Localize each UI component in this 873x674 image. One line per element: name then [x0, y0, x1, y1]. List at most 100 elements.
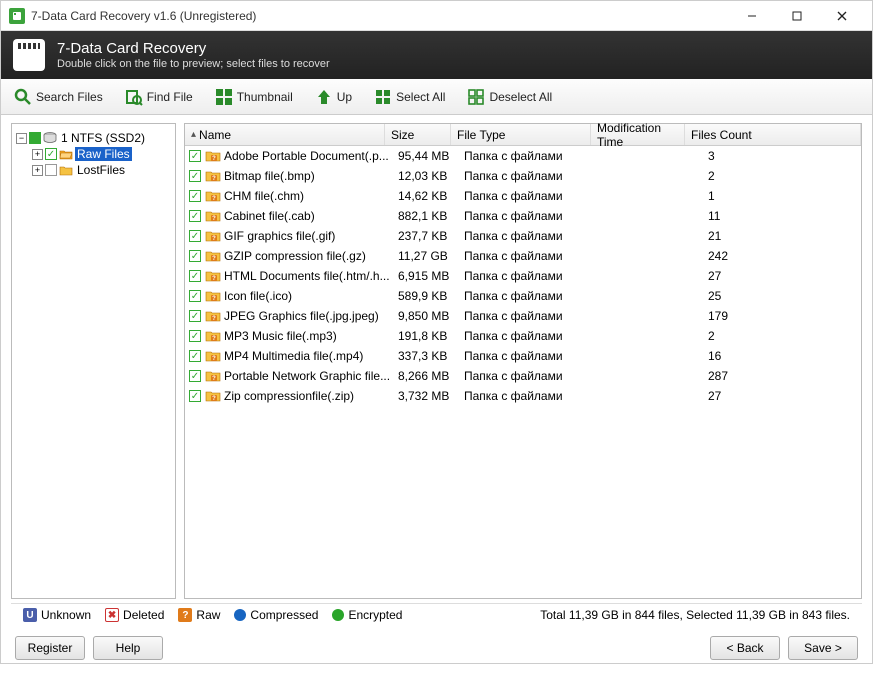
row-type: Папка с файлами	[464, 209, 604, 223]
folder-raw-icon: ?	[205, 348, 221, 364]
folder-raw-icon: ?	[205, 308, 221, 324]
table-row[interactable]: ✓?JPEG Graphics file(.jpg.jpeg)9,850 MBП…	[185, 306, 861, 326]
row-name: MP3 Music file(.mp3)	[224, 329, 398, 343]
folder-raw-icon: ?	[205, 148, 221, 164]
col-modification[interactable]: Modification Time	[591, 124, 685, 145]
row-name: Zip compressionfile(.zip)	[224, 389, 398, 403]
table-row[interactable]: ✓?Zip compressionfile(.zip)3,732 MBПапка…	[185, 386, 861, 406]
svg-text:?: ?	[212, 276, 216, 282]
table-row[interactable]: ✓?Bitmap file(.bmp)12,03 KBПапка с файла…	[185, 166, 861, 186]
row-name: Portable Network Graphic file...	[224, 369, 398, 383]
search-files-label: Search Files	[36, 90, 103, 104]
tree-root-row[interactable]: − 1 NTFS (SSD2)	[16, 130, 171, 146]
row-type: Папка с файлами	[464, 349, 604, 363]
row-checkbox[interactable]: ✓	[189, 170, 201, 182]
table-row[interactable]: ✓?Portable Network Graphic file...8,266 …	[185, 366, 861, 386]
table-row[interactable]: ✓?MP3 Music file(.mp3)191,8 KBПапка с фа…	[185, 326, 861, 346]
find-file-button[interactable]: Find File	[120, 85, 198, 109]
table-row[interactable]: ✓?CHM file(.chm)14,62 KBПапка с файлами1	[185, 186, 861, 206]
row-count: 179	[698, 309, 778, 323]
legend-raw: ?Raw	[178, 608, 220, 622]
row-type: Папка с файлами	[464, 369, 604, 383]
select-all-button[interactable]: Select All	[369, 85, 450, 109]
row-type: Папка с файлами	[464, 249, 604, 263]
folder-raw-icon: ?	[205, 248, 221, 264]
col-count[interactable]: Files Count	[685, 124, 861, 145]
status-text: Total 11,39 GB in 844 files, Selected 11…	[540, 608, 850, 622]
row-name: Adobe Portable Document(.p...	[224, 149, 398, 163]
row-type: Папка с файлами	[464, 229, 604, 243]
folder-raw-icon: ?	[205, 268, 221, 284]
row-count: 287	[698, 369, 778, 383]
table-row[interactable]: ✓?Adobe Portable Document(.p...95,44 MBП…	[185, 146, 861, 166]
row-checkbox[interactable]: ✓	[189, 330, 201, 342]
row-count: 25	[698, 289, 778, 303]
folder-raw-icon: ?	[205, 328, 221, 344]
row-name: HTML Documents file(.htm/.h...	[224, 269, 398, 283]
help-button[interactable]: Help	[93, 636, 163, 660]
row-name: JPEG Graphics file(.jpg.jpeg)	[224, 309, 398, 323]
close-button[interactable]	[819, 2, 864, 30]
row-checkbox[interactable]: ✓	[189, 250, 201, 262]
up-button[interactable]: Up	[310, 85, 357, 109]
register-button[interactable]: Register	[15, 636, 85, 660]
row-checkbox[interactable]: ✓	[189, 210, 201, 222]
row-checkbox[interactable]: ✓	[189, 370, 201, 382]
checkbox-icon[interactable]	[29, 132, 41, 144]
search-icon	[14, 88, 32, 106]
col-type[interactable]: File Type	[451, 124, 591, 145]
row-checkbox[interactable]: ✓	[189, 150, 201, 162]
back-button[interactable]: < Back	[710, 636, 780, 660]
row-type: Папка с файлами	[464, 389, 604, 403]
select-all-label: Select All	[396, 90, 445, 104]
table-row[interactable]: ✓?Icon file(.ico)589,9 KBПапка с файлами…	[185, 286, 861, 306]
deselect-all-button[interactable]: Deselect All	[462, 85, 557, 109]
tree-rawfiles-row[interactable]: + ✓ Raw Files	[16, 146, 171, 162]
tree-lostfiles-row[interactable]: + LostFiles	[16, 162, 171, 178]
header-subtitle: Double click on the file to preview; sel…	[57, 58, 330, 70]
row-checkbox[interactable]: ✓	[189, 350, 201, 362]
row-name: GZIP compression file(.gz)	[224, 249, 398, 263]
row-checkbox[interactable]: ✓	[189, 310, 201, 322]
expand-icon[interactable]: +	[32, 149, 43, 160]
row-checkbox[interactable]: ✓	[189, 270, 201, 282]
header-title: 7-Data Card Recovery	[57, 40, 330, 57]
table-row[interactable]: ✓?Cabinet file(.cab)882,1 KBПапка с файл…	[185, 206, 861, 226]
row-type: Папка с файлами	[464, 309, 604, 323]
row-name: GIF graphics file(.gif)	[224, 229, 398, 243]
row-checkbox[interactable]: ✓	[189, 190, 201, 202]
expand-icon[interactable]: +	[32, 165, 43, 176]
row-checkbox[interactable]: ✓	[189, 290, 201, 302]
col-size[interactable]: Size	[385, 124, 451, 145]
row-type: Папка с файлами	[464, 169, 604, 183]
checkbox-icon[interactable]	[45, 164, 57, 176]
table-row[interactable]: ✓?GZIP compression file(.gz)11,27 GBПапк…	[185, 246, 861, 266]
minimize-button[interactable]	[729, 2, 774, 30]
folder-raw-icon: ?	[205, 208, 221, 224]
row-checkbox[interactable]: ✓	[189, 230, 201, 242]
row-count: 11	[698, 209, 778, 223]
thumbnail-button[interactable]: Thumbnail	[210, 85, 298, 109]
row-size: 12,03 KB	[398, 169, 464, 183]
checkbox-icon[interactable]: ✓	[45, 148, 57, 160]
table-row[interactable]: ✓?HTML Documents file(.htm/.h...6,915 MB…	[185, 266, 861, 286]
svg-text:?: ?	[212, 396, 216, 402]
table-row[interactable]: ✓?GIF graphics file(.gif)237,7 KBПапка с…	[185, 226, 861, 246]
legend-deleted: ✖Deleted	[105, 608, 164, 622]
row-count: 21	[698, 229, 778, 243]
svg-text:?: ?	[212, 316, 216, 322]
save-button[interactable]: Save >	[788, 636, 858, 660]
col-name[interactable]: Name	[185, 124, 385, 145]
folder-raw-icon: ?	[205, 288, 221, 304]
row-size: 8,266 MB	[398, 369, 464, 383]
maximize-button[interactable]	[774, 2, 819, 30]
search-files-button[interactable]: Search Files	[9, 85, 108, 109]
collapse-icon[interactable]: −	[16, 133, 27, 144]
footer: Register Help < Back Save >	[1, 626, 872, 674]
legend-bar: UUnknown ✖Deleted ?Raw Compressed Encryp…	[11, 603, 862, 626]
list-body[interactable]: ✓?Adobe Portable Document(.p...95,44 MBП…	[185, 146, 861, 598]
table-row[interactable]: ✓?MP4 Multimedia file(.mp4)337,3 KBПапка…	[185, 346, 861, 366]
folder-tree[interactable]: − 1 NTFS (SSD2) + ✓ Raw Files + LostFile…	[11, 123, 176, 599]
deselect-all-icon	[467, 88, 485, 106]
row-checkbox[interactable]: ✓	[189, 390, 201, 402]
